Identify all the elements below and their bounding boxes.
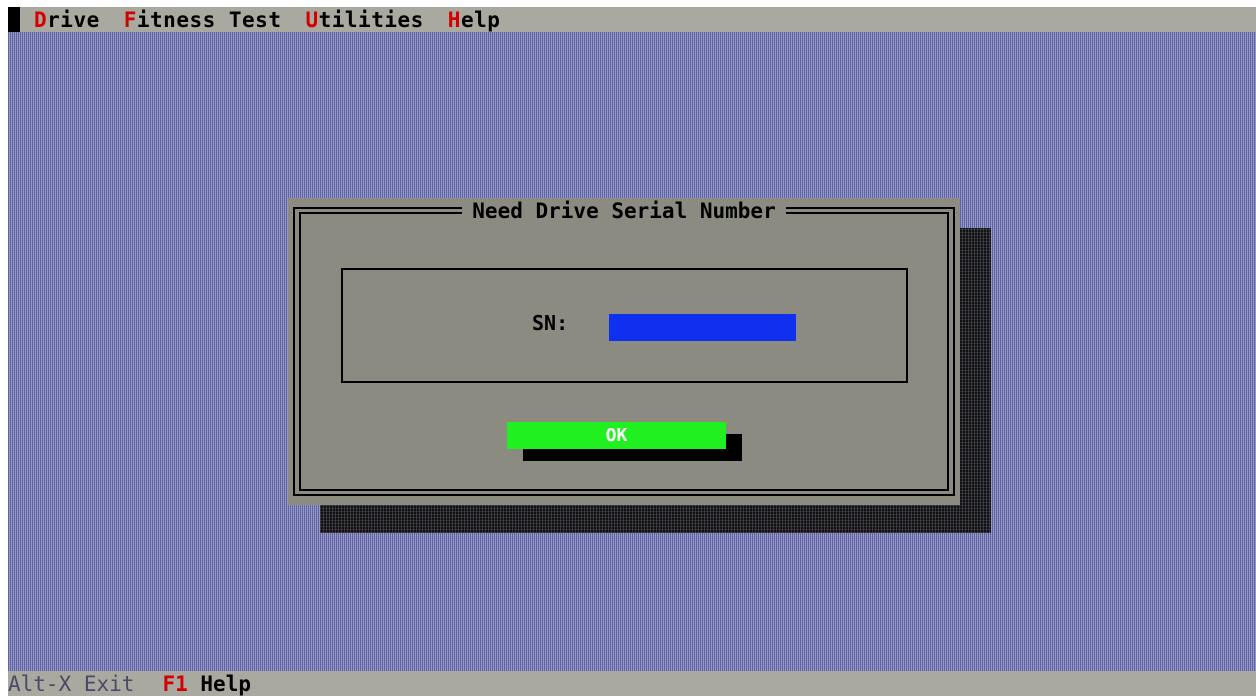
menu-help[interactable]: Help <box>448 8 501 32</box>
dialog-title-row: Need Drive Serial Number <box>288 199 960 223</box>
serial-number-dialog: Need Drive Serial Number SN: OK <box>288 198 960 505</box>
menu-drive-label: rive <box>47 7 100 32</box>
status-help-key: F1 <box>162 671 188 696</box>
status-help[interactable]: F1 Help <box>162 672 251 696</box>
menu-fitness-test-label: itness Test <box>136 7 282 32</box>
menu-utilities-hotkey: U <box>305 7 319 32</box>
cursor-block <box>8 7 20 32</box>
menu-fitness-test-hotkey: F <box>123 7 137 32</box>
status-help-label: Help <box>200 671 251 696</box>
status-bar: Alt-X Exit F1 Help <box>8 671 1256 696</box>
menu-help-hotkey: H <box>447 7 461 32</box>
menu-fitness-test[interactable]: Fitness Test <box>124 8 282 32</box>
menu-help-label: elp <box>460 7 501 32</box>
menu-utilities-label: tilities <box>318 7 424 32</box>
sn-input[interactable] <box>609 314 796 341</box>
dialog-title: Need Drive Serial Number <box>462 199 786 223</box>
ok-button[interactable]: OK <box>507 422 726 449</box>
status-exit[interactable]: Alt-X Exit <box>8 672 134 696</box>
status-exit-label: Exit <box>83 671 135 696</box>
menu-drive-hotkey: D <box>34 7 48 32</box>
menu-bar: Drive Fitness Test Utilities Help <box>8 7 1256 32</box>
menu-utilities[interactable]: Utilities <box>305 8 423 32</box>
menu-drive[interactable]: Drive <box>34 8 100 32</box>
serial-input-group: SN: <box>341 268 908 383</box>
status-exit-key: Alt-X <box>8 671 72 696</box>
screen: Drive Fitness Test Utilities Help Need D… <box>0 0 1256 696</box>
sn-label: SN: <box>532 311 569 335</box>
